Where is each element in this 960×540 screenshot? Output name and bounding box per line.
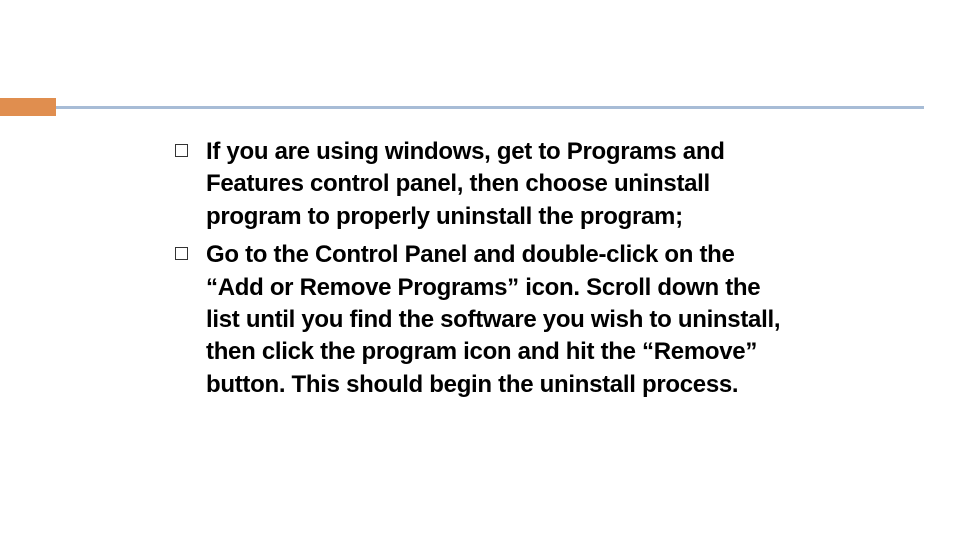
list-item: If you are using windows, get to Program… <box>175 136 785 233</box>
header-bar <box>0 98 960 116</box>
slide-content: If you are using windows, get to Program… <box>175 136 785 407</box>
header-accent-block <box>0 98 56 116</box>
list-item-text: Go to the Control Panel and double-click… <box>206 239 785 401</box>
bullet-square-icon <box>175 247 188 260</box>
bullet-square-icon <box>175 144 188 157</box>
header-divider-line <box>56 106 924 116</box>
list-item-text: If you are using windows, get to Program… <box>206 136 785 233</box>
list-item: Go to the Control Panel and double-click… <box>175 239 785 401</box>
